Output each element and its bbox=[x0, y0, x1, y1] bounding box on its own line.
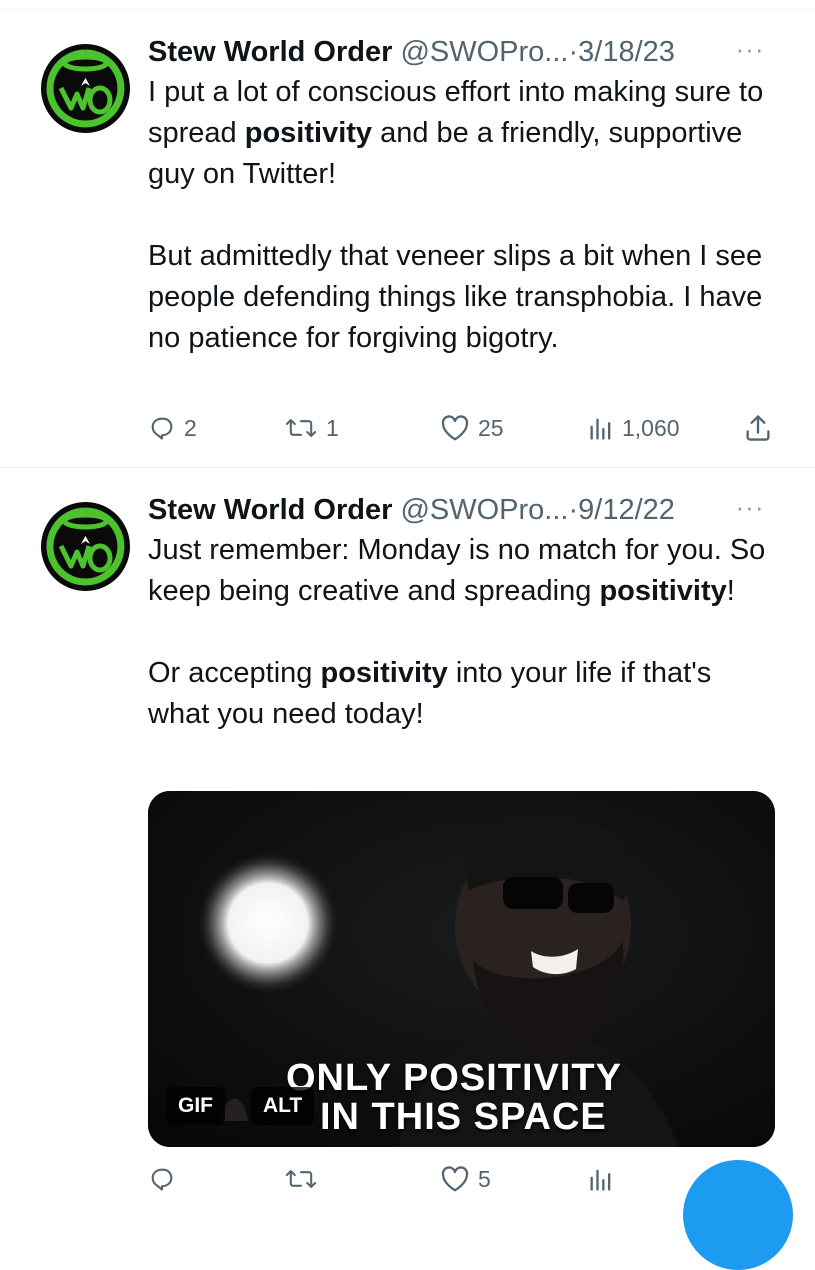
reply-icon bbox=[151, 417, 173, 440]
tweet[interactable]: Stew World Order @SWOPro...·3/18/23 ··· … bbox=[0, 10, 815, 467]
user-handle[interactable]: @SWOPro... bbox=[400, 494, 568, 526]
gif-media[interactable]: ONLY POSITIVITY IN THIS SPACE GIF ALT bbox=[148, 791, 775, 1147]
views-icon bbox=[590, 418, 611, 440]
share-button[interactable] bbox=[744, 410, 772, 446]
alt-text-badge[interactable]: ALT bbox=[251, 1087, 315, 1125]
tweet-paragraph: But admittedly that veneer slips a bit w… bbox=[148, 236, 775, 359]
view-count: 1,060 bbox=[622, 414, 680, 441]
separator: · bbox=[568, 36, 579, 68]
reply-icon bbox=[151, 1168, 173, 1191]
swo-logo-icon bbox=[41, 44, 130, 133]
reply-count: 2 bbox=[184, 414, 197, 441]
text-run: Or accepting bbox=[148, 657, 321, 689]
gif-caption-line-2: IN THIS SPACE bbox=[320, 1096, 607, 1138]
gif-caption-line-1: ONLY POSITIVITY bbox=[286, 1057, 622, 1099]
display-name[interactable]: Stew World Order bbox=[148, 494, 392, 526]
views-button[interactable]: 1,060 bbox=[588, 410, 680, 446]
like-count: 5 bbox=[478, 1165, 491, 1192]
swo-logo-icon bbox=[41, 502, 130, 591]
text-run: But admittedly that veneer slips a bit w… bbox=[148, 240, 763, 354]
separator: · bbox=[568, 494, 579, 526]
bold-keyword: positivity bbox=[244, 117, 373, 149]
text-run: ! bbox=[726, 575, 735, 607]
retweet-button[interactable]: 1 bbox=[284, 410, 339, 446]
like-button[interactable]: 25 bbox=[440, 410, 504, 446]
retweet-icon bbox=[285, 419, 317, 437]
share-icon bbox=[746, 415, 770, 441]
bold-keyword: positivity bbox=[320, 657, 448, 689]
tweet-text: Just remember: Monday is no match for yo… bbox=[148, 530, 775, 735]
avatar[interactable] bbox=[41, 44, 130, 133]
like-button[interactable]: 5 bbox=[440, 1161, 491, 1197]
heart-icon bbox=[441, 1166, 469, 1192]
compose-button[interactable] bbox=[683, 1160, 793, 1270]
gif-badge: GIF bbox=[166, 1087, 225, 1125]
retweet-count: 1 bbox=[326, 414, 339, 441]
more-options-icon[interactable]: ··· bbox=[735, 490, 765, 530]
bold-keyword: positivity bbox=[599, 575, 727, 607]
tweet-text: I put a lot of conscious effort into mak… bbox=[148, 72, 775, 359]
views-icon bbox=[590, 1169, 611, 1191]
heart-icon bbox=[441, 415, 469, 441]
tweet[interactable]: Stew World Order @SWOPro...·9/12/22 ··· … bbox=[0, 468, 815, 1200]
avatar[interactable] bbox=[41, 502, 130, 591]
reply-button[interactable] bbox=[148, 1161, 184, 1197]
tweet-paragraph: Or accepting positivity into your life i… bbox=[148, 653, 775, 735]
tweet-paragraph: I put a lot of conscious effort into mak… bbox=[148, 72, 775, 195]
user-handle[interactable]: @SWOPro... bbox=[400, 36, 568, 68]
tweet-header: Stew World Order @SWOPro...·9/12/22 ··· bbox=[148, 490, 775, 530]
retweet-button[interactable] bbox=[284, 1161, 326, 1197]
tweet-header: Stew World Order @SWOPro...·3/18/23 ··· bbox=[148, 32, 775, 72]
retweet-icon bbox=[285, 1170, 317, 1188]
reply-button[interactable]: 2 bbox=[148, 410, 197, 446]
tweet-date[interactable]: 3/18/23 bbox=[578, 36, 675, 68]
tweet-date[interactable]: 9/12/22 bbox=[578, 494, 675, 526]
tweet-actions: 2 1 25 1,060 bbox=[148, 410, 778, 446]
more-options-icon[interactable]: ··· bbox=[735, 32, 765, 72]
display-name[interactable]: Stew World Order bbox=[148, 36, 392, 68]
tweet-paragraph: Just remember: Monday is no match for yo… bbox=[148, 530, 775, 612]
tweet-actions: 5 bbox=[148, 1161, 778, 1197]
like-count: 25 bbox=[478, 414, 504, 441]
views-button[interactable] bbox=[588, 1161, 622, 1197]
